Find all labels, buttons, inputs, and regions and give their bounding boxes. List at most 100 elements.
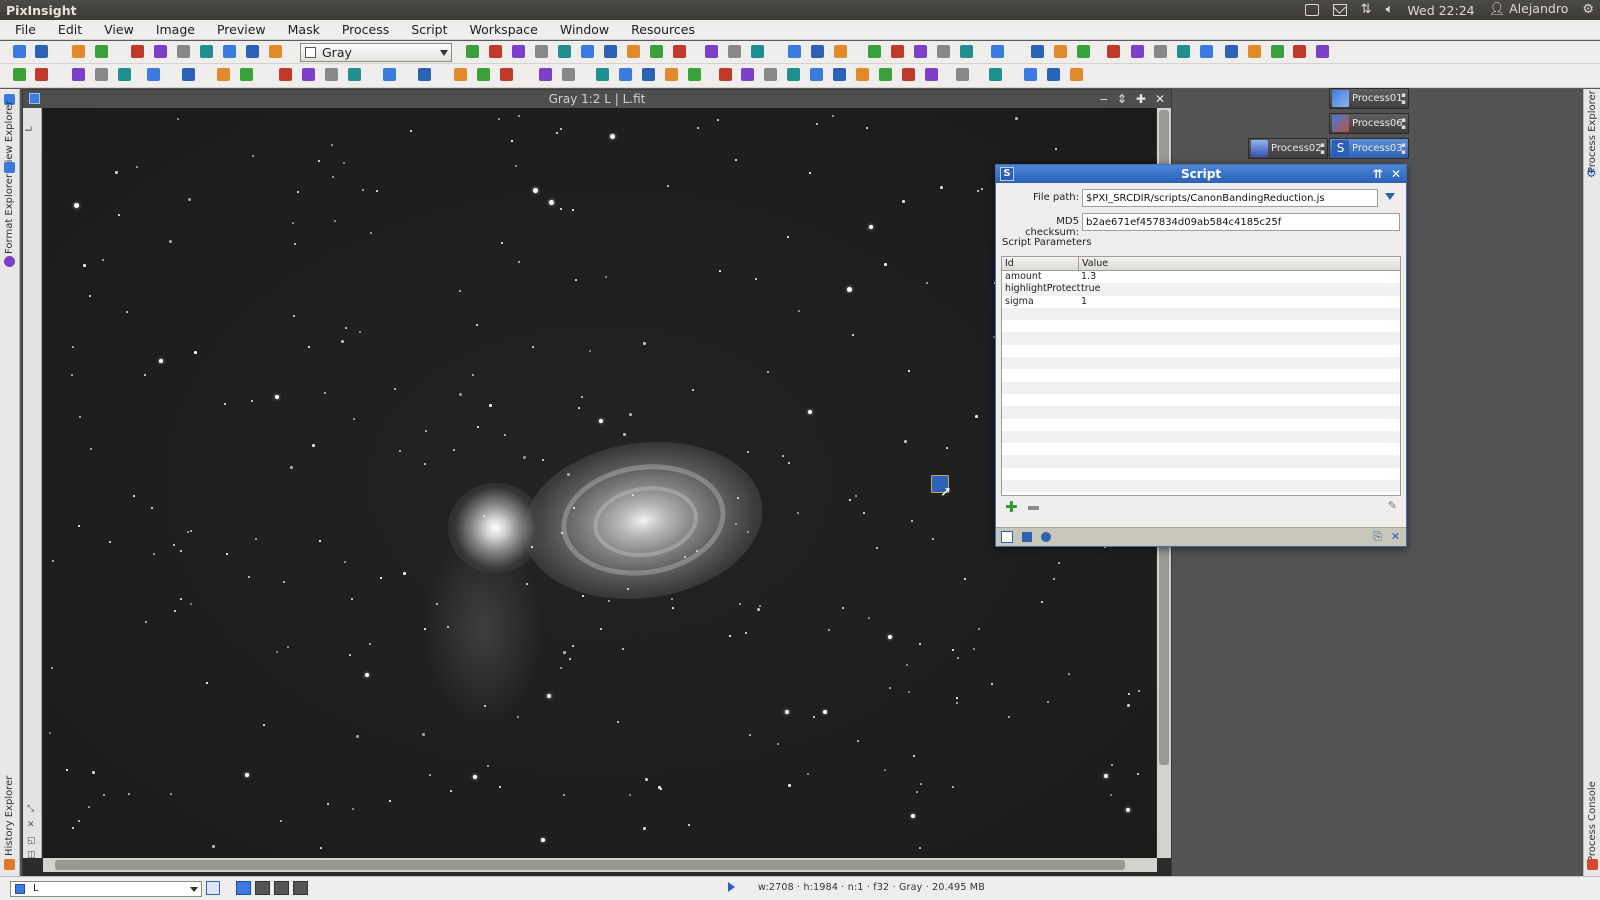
toolbar-tool-icon[interactable]: [604, 45, 617, 58]
menu-script[interactable]: Script: [400, 20, 458, 40]
toolbar-tool-icon[interactable]: [466, 45, 479, 58]
toolbar-tool-icon[interactable]: [1154, 45, 1167, 58]
toolbar-tool-icon[interactable]: [539, 68, 552, 81]
toolbar-tool-icon[interactable]: [925, 68, 938, 81]
toolbar-tool-icon[interactable]: [891, 45, 904, 58]
toolbar-tool-icon[interactable]: [154, 45, 167, 58]
toolbar-tool-icon[interactable]: [1131, 45, 1144, 58]
toolbar-tool-icon[interactable]: [240, 68, 253, 81]
maximize-icon[interactable]: ✚: [1136, 90, 1146, 108]
process-icon-process02[interactable]: Process02 ▪ ▪: [1248, 138, 1328, 159]
toolbar-tool-icon[interactable]: [650, 45, 663, 58]
toolbar-tool-icon[interactable]: [512, 45, 525, 58]
toolbar-tool-icon[interactable]: [1271, 45, 1284, 58]
toolbar-tool-icon[interactable]: [764, 68, 777, 81]
toolbar-tool-icon[interactable]: [1248, 45, 1261, 58]
channel-rgb-icon[interactable]: [236, 881, 251, 895]
network-icon[interactable]: ⇅: [1361, 0, 1372, 20]
image-window-icon[interactable]: [29, 93, 40, 104]
toolbar-tool-icon[interactable]: [217, 68, 230, 81]
toolbar-tool-icon[interactable]: [811, 45, 824, 58]
tab-view-explorer[interactable]: View Explorer: [4, 100, 15, 169]
toolbar-tool-icon[interactable]: [454, 68, 467, 81]
tab-format-explorer[interactable]: Format Explorer: [4, 174, 15, 254]
toolbar-tool-icon[interactable]: [1024, 68, 1037, 81]
toolbar-tool-icon[interactable]: [325, 68, 338, 81]
toolbar-tool-icon[interactable]: [788, 45, 801, 58]
toolbar-tool-icon[interactable]: [535, 45, 548, 58]
side-tool-icon-1[interactable]: ⤡: [27, 804, 34, 814]
toolbar-tool-icon[interactable]: [1070, 68, 1083, 81]
script-parameters-table[interactable]: Id Value amount 1.3 highlightProtect true …: [1001, 256, 1401, 496]
horizontal-scrollbar[interactable]: [43, 858, 1157, 872]
toolbar-tool-icon[interactable]: [35, 68, 48, 81]
remove-parameter-icon[interactable]: [1028, 506, 1039, 510]
file-path-dropdown-icon[interactable]: [1385, 193, 1395, 200]
clock[interactable]: Wed 22:24: [1407, 3, 1474, 18]
script-dialog[interactable]: S Script ⇈ ✕ File path: MD5 checksum: Sc…: [995, 164, 1407, 547]
menu-file[interactable]: File: [0, 20, 47, 40]
process-icon-process06[interactable]: Process06 ▪ ▪: [1329, 113, 1409, 134]
toolbar-tool-icon[interactable]: [302, 68, 315, 81]
shade-icon[interactable]: ⇕: [1117, 90, 1127, 108]
toolbar-tool-icon[interactable]: [95, 45, 108, 58]
toolbar-tool-icon[interactable]: [72, 68, 85, 81]
toolbar-tool-icon[interactable]: [642, 68, 655, 81]
menu-resources[interactable]: Resources: [620, 20, 706, 40]
toolbar-tool-icon[interactable]: [1225, 45, 1238, 58]
toolbar-tool-icon[interactable]: [182, 68, 195, 81]
image-canvas[interactable]: ➚: [43, 108, 1156, 858]
toolbar-tool-icon[interactable]: [489, 45, 502, 58]
md5-input[interactable]: [1082, 213, 1400, 231]
image-window-titlebar[interactable]: Gray 1:2 L | L.fit ‒ ⇕ ✚ ✕: [23, 90, 1171, 108]
toolbar-tool-icon[interactable]: [13, 45, 26, 58]
add-parameter-icon[interactable]: ✚: [1005, 500, 1018, 515]
tab-process-console[interactable]: Process Console: [1587, 781, 1598, 862]
menu-window[interactable]: Window: [549, 20, 620, 40]
toolbar-tool-icon[interactable]: [35, 45, 48, 58]
table-row[interactable]: amount 1.3: [1002, 271, 1400, 283]
process-icon-process03[interactable]: S Process03 ▪ ▪: [1329, 138, 1409, 159]
toolbar-tool-icon[interactable]: [246, 45, 259, 58]
menu-workspace[interactable]: Workspace: [459, 20, 549, 40]
channel-g-icon[interactable]: [274, 881, 289, 895]
menu-view[interactable]: View: [93, 20, 145, 40]
tab-process-explorer[interactable]: Process Explorer: [1587, 90, 1598, 173]
toolbar-tool-icon[interactable]: [868, 45, 881, 58]
toolbar-tool-icon[interactable]: [1054, 45, 1067, 58]
toolbar-tool-icon[interactable]: [72, 45, 85, 58]
side-tool-icon-2[interactable]: ✕: [27, 820, 35, 830]
toolbar-tool-icon[interactable]: [810, 68, 823, 81]
tab-history-explorer[interactable]: History Explorer: [4, 776, 15, 856]
toolbar-tool-icon[interactable]: [118, 68, 131, 81]
process-icon-process01[interactable]: Process01 ▪ ▪: [1329, 88, 1409, 109]
menu-image[interactable]: Image: [145, 20, 206, 40]
toolbar-tool-icon[interactable]: [914, 45, 927, 58]
menu-edit[interactable]: Edit: [47, 20, 93, 40]
toolbar-tool-icon[interactable]: [131, 45, 144, 58]
toolbar-tool-icon[interactable]: [1031, 45, 1044, 58]
table-row[interactable]: sigma 1: [1002, 296, 1400, 308]
toolbar-tool-icon[interactable]: [1047, 68, 1060, 81]
toolbar-tool-icon[interactable]: [95, 68, 108, 81]
toolbar-tool-icon[interactable]: [728, 45, 741, 58]
side-tool-icon-4[interactable]: ◫: [27, 850, 36, 860]
toolbar-tool-icon[interactable]: [177, 45, 190, 58]
channel-r-icon[interactable]: [255, 881, 270, 895]
toolbar-tool-icon[interactable]: [562, 68, 575, 81]
toolbar-tool-icon[interactable]: [960, 45, 973, 58]
toolbar-tool-icon[interactable]: [1077, 45, 1090, 58]
side-tool-icon-3[interactable]: ◱: [27, 836, 36, 846]
menu-preview[interactable]: Preview: [206, 20, 277, 40]
toolbar-tool-icon[interactable]: [787, 68, 800, 81]
toolbar-tool-icon[interactable]: [751, 45, 764, 58]
toolbar-tool-icon[interactable]: [688, 68, 701, 81]
toolbar-tool-icon[interactable]: [834, 45, 847, 58]
mail-icon[interactable]: [1332, 4, 1347, 16]
toolbar-tool-icon[interactable]: [477, 68, 490, 81]
gear-icon[interactable]: ⚙: [1582, 0, 1594, 20]
toolbar-tool-icon[interactable]: [200, 45, 213, 58]
toolbar-tool-icon[interactable]: [147, 68, 160, 81]
toolbar-tool-icon[interactable]: [1316, 45, 1329, 58]
toolbar-tool-icon[interactable]: [596, 68, 609, 81]
